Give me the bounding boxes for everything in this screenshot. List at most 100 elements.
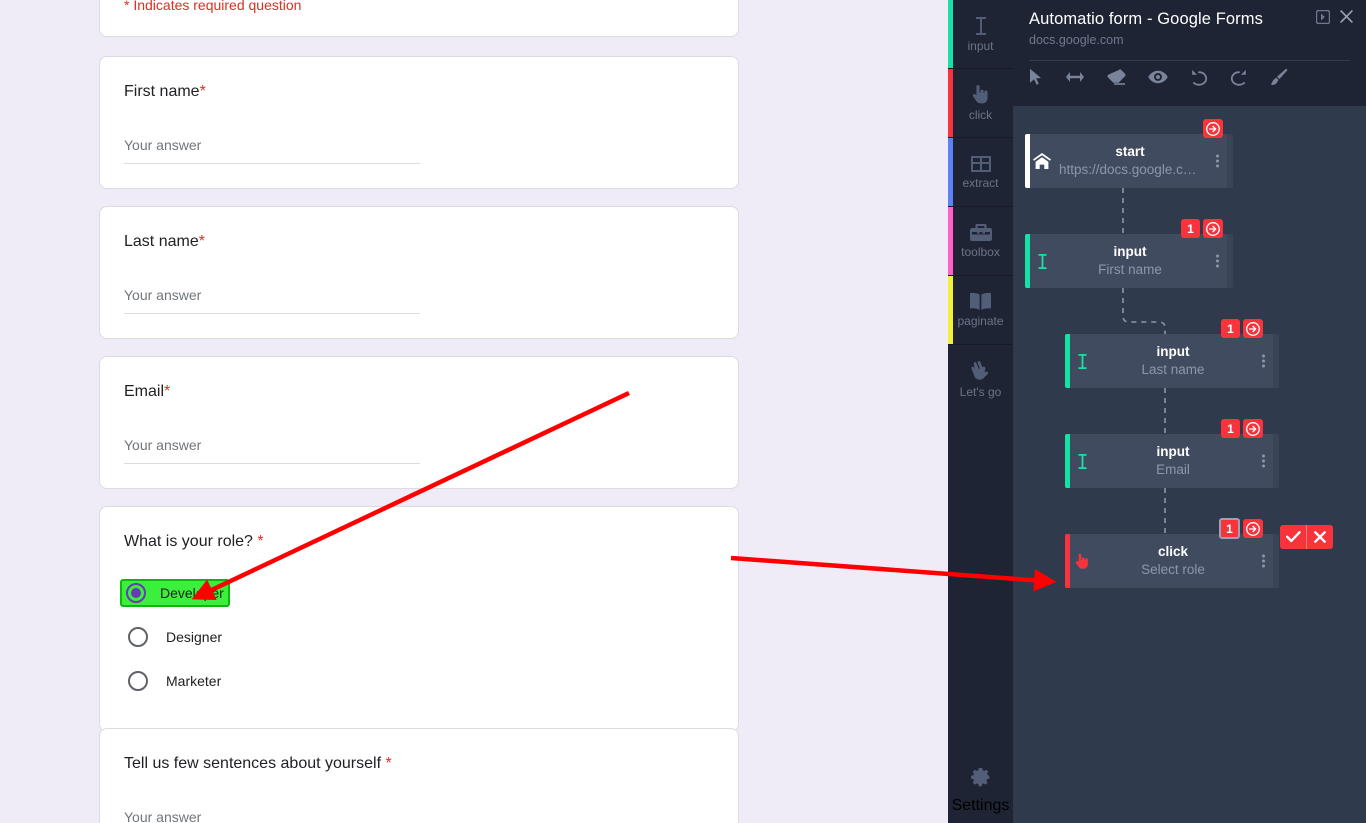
radio-icon xyxy=(128,671,148,691)
eye-icon[interactable] xyxy=(1148,70,1168,84)
victory-hand-icon xyxy=(970,360,991,382)
header-divider xyxy=(1029,60,1350,61)
undo-icon[interactable] xyxy=(1190,69,1208,86)
question-text: What is your role? xyxy=(124,533,253,550)
answer-placeholder: Your answer xyxy=(124,437,202,453)
node-goto-badge-click-select-role[interactable] xyxy=(1243,519,1263,538)
node-accent-bar xyxy=(1065,334,1070,388)
sidebar-item-lets-go[interactable]: Let's go xyxy=(948,345,1013,414)
question-text: Email xyxy=(124,383,165,400)
toolbox-icon xyxy=(969,223,993,242)
flow-node-input-email[interactable]: input Email xyxy=(1065,434,1273,488)
node-menu-button[interactable] xyxy=(1216,254,1219,268)
goto-icon xyxy=(1246,421,1260,436)
node-menu-button[interactable] xyxy=(1262,454,1265,468)
node-accent-bar xyxy=(1065,434,1070,488)
node-goto-badge-input-email[interactable] xyxy=(1243,419,1263,438)
node-subtitle: First name xyxy=(1098,262,1162,277)
question-label-role: What is your role? * xyxy=(124,531,714,553)
book-icon xyxy=(969,292,992,311)
question-text: First name xyxy=(124,83,200,100)
node-menu-button[interactable] xyxy=(1262,354,1265,368)
answer-placeholder: Your answer xyxy=(124,137,202,153)
answer-input-about[interactable]: Your answer xyxy=(124,807,420,823)
table-icon xyxy=(970,155,992,173)
node-title: start xyxy=(1115,144,1145,159)
sidebar-settings-label: Settings xyxy=(951,797,1010,814)
sidebar-item-label: extract xyxy=(962,175,999,190)
node-goto-badge-input-last-name[interactable] xyxy=(1243,319,1263,338)
node-text: input Last name xyxy=(1099,343,1273,379)
text-cursor-icon xyxy=(973,16,989,36)
cursor-icon[interactable] xyxy=(1029,68,1043,86)
sidebar-item-settings[interactable]: Settings xyxy=(948,767,1013,815)
accent-bar xyxy=(948,276,953,344)
node-goto-badge-start[interactable] xyxy=(1203,119,1223,138)
goto-icon xyxy=(1206,221,1220,236)
accent-bar xyxy=(948,138,953,206)
flow-canvas[interactable]: start https://docs.google.co... input Fi… xyxy=(1013,106,1366,823)
question-card-first-name: First name* Your answer xyxy=(99,56,739,189)
node-text: click Select role xyxy=(1099,543,1273,579)
sidebar-item-label: toolbox xyxy=(961,245,1000,259)
node-count-badge-input-last-name[interactable]: 1 xyxy=(1221,319,1240,338)
question-card-about: Tell us few sentences about yourself * Y… xyxy=(99,728,739,823)
node-accent-bar xyxy=(1065,534,1070,588)
answer-input-first-name[interactable]: Your answer xyxy=(124,135,420,164)
eraser-icon[interactable] xyxy=(1107,69,1126,85)
question-card-email: Email* Your answer xyxy=(99,356,739,489)
sidebar-item-label: paginate xyxy=(957,314,1004,328)
confirm-action-bar xyxy=(1280,525,1333,549)
sidebar-item-input[interactable]: input xyxy=(948,0,1013,69)
radio-option-designer[interactable]: Designer xyxy=(124,623,222,651)
node-goto-badge-input-first-name[interactable] xyxy=(1203,219,1223,238)
accent-bar xyxy=(948,0,953,68)
accept-button[interactable] xyxy=(1280,525,1306,549)
radio-option-developer[interactable]: Developer xyxy=(120,579,230,607)
sidebar-item-click[interactable]: click xyxy=(948,69,1013,138)
node-count-badge-click-select-role[interactable]: 1 xyxy=(1219,518,1240,539)
pointing-hand-icon xyxy=(1065,553,1099,570)
question-card-role: What is your role? * Developer Designer … xyxy=(99,506,739,732)
collapse-panel-icon[interactable] xyxy=(1315,9,1331,29)
flow-node-input-first-name[interactable]: input First name xyxy=(1025,234,1227,288)
radio-icon-selected xyxy=(126,583,146,603)
text-cursor-icon xyxy=(1065,453,1099,470)
flow-node-click-select-role[interactable]: click Select role xyxy=(1065,534,1273,588)
resize-horizontal-icon[interactable] xyxy=(1065,70,1085,84)
goto-icon xyxy=(1206,121,1220,136)
required-asterisk: * xyxy=(257,533,264,550)
sidebar-item-extract[interactable]: extract xyxy=(948,138,1013,207)
flow-node-input-last-name[interactable]: input Last name xyxy=(1065,334,1273,388)
flow-node-start[interactable]: start https://docs.google.co... xyxy=(1025,134,1227,188)
text-cursor-icon xyxy=(1025,253,1059,270)
question-label-about: Tell us few sentences about yourself * xyxy=(124,753,714,775)
node-title: input xyxy=(1113,244,1147,259)
reject-button[interactable] xyxy=(1307,525,1333,549)
answer-placeholder: Your answer xyxy=(124,287,202,303)
brush-icon[interactable] xyxy=(1270,68,1288,86)
sidebar-item-toolbox[interactable]: toolbox xyxy=(948,207,1013,276)
answer-input-email[interactable]: Your answer xyxy=(124,435,420,464)
node-count-badge-input-email[interactable]: 1 xyxy=(1221,419,1240,438)
accent-bar xyxy=(948,69,953,137)
sidebar-item-label: input xyxy=(967,38,994,53)
answer-input-last-name[interactable]: Your answer xyxy=(124,285,420,314)
required-question-note: * Indicates required question xyxy=(124,0,302,13)
node-count-badge-input-first-name[interactable]: 1 xyxy=(1181,219,1200,238)
required-asterisk: * xyxy=(385,755,392,772)
radio-option-marketer[interactable]: Marketer xyxy=(124,667,221,695)
required-asterisk: * xyxy=(199,83,206,100)
node-subtitle: Last name xyxy=(1141,362,1205,377)
node-menu-button[interactable] xyxy=(1262,554,1265,568)
question-card-last-name: Last name* Your answer xyxy=(99,206,739,339)
sidebar-item-paginate[interactable]: paginate xyxy=(948,276,1013,345)
node-accent-bar xyxy=(1025,134,1030,188)
node-menu-button[interactable] xyxy=(1216,154,1219,168)
x-icon xyxy=(1314,531,1326,543)
google-form-page: * Indicates required question First name… xyxy=(0,0,948,823)
question-label-email: Email* xyxy=(124,381,714,403)
close-icon[interactable] xyxy=(1339,9,1354,29)
redo-icon[interactable] xyxy=(1230,69,1248,86)
question-label-last-name: Last name* xyxy=(124,231,714,253)
